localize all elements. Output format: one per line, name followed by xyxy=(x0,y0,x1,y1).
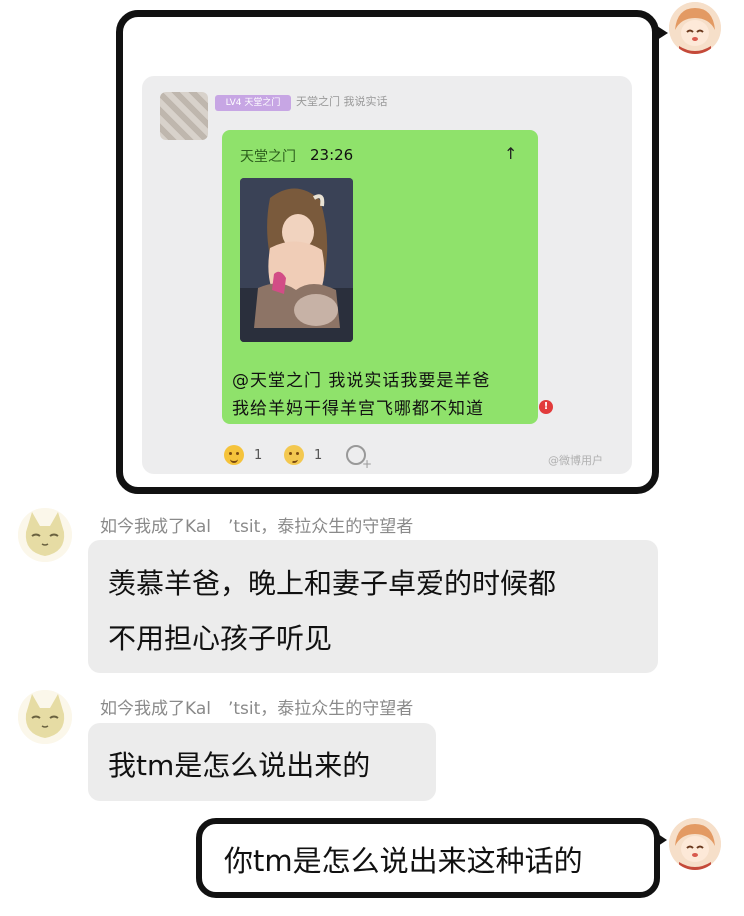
reply-sender-name: 天堂之门 xyxy=(240,149,296,165)
message-line-2: 不用担心孩子听见 xyxy=(108,622,333,655)
sender-name: 如今我成了Kal ’tsit，泰拉众生的守望者 xyxy=(100,699,414,719)
bubble-tail xyxy=(655,832,667,848)
reaction-count: 1 xyxy=(254,447,263,463)
quoted-image-thumbnail[interactable] xyxy=(240,178,353,342)
add-reaction-button[interactable] xyxy=(346,445,372,471)
reaction-awkward[interactable]: 1 xyxy=(284,445,322,465)
send-failed-icon[interactable]: ! xyxy=(539,400,553,414)
bubble-tail xyxy=(654,24,668,42)
message-line-1: 羡慕羊爸，晚上和妻子卓爱的时候都 xyxy=(108,567,557,600)
reaction-count: 1 xyxy=(314,447,323,463)
quoted-text-line-2: 我给羊妈干得羊宫飞哪都不知道 xyxy=(232,399,484,419)
level-tag: LV4 天堂之门 xyxy=(215,95,291,111)
laugh-emoji-icon xyxy=(224,445,244,465)
jump-to-reply-icon[interactable]: ↑ xyxy=(504,144,517,163)
sender-name: 如今我成了Kal ’tsit，泰拉众生的守望者 xyxy=(100,517,414,537)
self-avatar[interactable] xyxy=(669,2,721,54)
sender-avatar[interactable] xyxy=(18,508,72,562)
awkward-emoji-icon xyxy=(284,445,304,465)
reaction-laugh[interactable]: 1 xyxy=(224,445,262,465)
reply-time: 23:26 xyxy=(310,146,354,164)
add-reaction-icon xyxy=(346,445,372,471)
sender-avatar[interactable] xyxy=(18,690,72,744)
quoted-sender-name: 天堂之门 我说实话 xyxy=(296,95,388,108)
watermark: @微博用户 xyxy=(548,454,603,467)
self-avatar[interactable] xyxy=(669,818,721,870)
outgoing-message-text: 你tm是怎么说出来这种话的 xyxy=(224,844,583,878)
message-line-1: 我tm是怎么说出来的 xyxy=(108,749,371,782)
quoted-avatar-pixelated xyxy=(160,92,208,140)
quoted-text-line-1: @天堂之门 我说实话我要是羊爸 xyxy=(232,371,491,391)
